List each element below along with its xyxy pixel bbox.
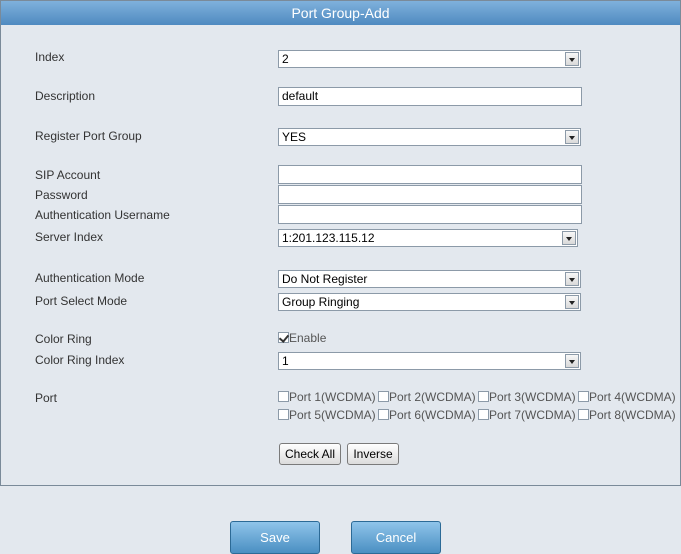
color-ring-checkbox[interactable] bbox=[278, 332, 289, 343]
port-row-1: Port 1(WCDMA) Port 2(WCDMA) Port 3(WCDMA) P… bbox=[278, 390, 676, 404]
port-label: Port bbox=[35, 391, 58, 405]
chevron-down-icon bbox=[565, 52, 579, 66]
description-input[interactable]: default bbox=[278, 87, 582, 106]
index-select[interactable]: 2 bbox=[278, 50, 581, 68]
port-option-label: Port 2(WCDMA) bbox=[389, 390, 476, 404]
cancel-button[interactable]: Cancel bbox=[351, 521, 441, 554]
server-index-value: 1:201.123.115.12 bbox=[282, 231, 375, 245]
color-ring-index-label: Color Ring Index bbox=[35, 353, 125, 367]
port-checkbox[interactable] bbox=[578, 409, 589, 420]
port-option[interactable]: Port 5(WCDMA) bbox=[278, 408, 378, 422]
panel-title: Port Group-Add bbox=[1, 1, 680, 25]
save-button[interactable]: Save bbox=[230, 521, 320, 554]
port-option[interactable]: Port 8(WCDMA) bbox=[578, 408, 676, 422]
authentication-mode-label: Authentication Mode bbox=[35, 271, 145, 285]
password-input[interactable] bbox=[278, 185, 582, 204]
port-option[interactable]: Port 4(WCDMA) bbox=[578, 390, 676, 404]
port-option-label: Port 4(WCDMA) bbox=[589, 390, 676, 404]
server-index-select[interactable]: 1:201.123.115.12 bbox=[278, 229, 578, 247]
authentication-username-input[interactable] bbox=[278, 205, 582, 224]
port-select-mode-value: Group Ringing bbox=[282, 295, 360, 309]
sip-account-input[interactable] bbox=[278, 165, 582, 184]
index-label: Index bbox=[35, 50, 65, 64]
sip-account-label: SIP Account bbox=[35, 168, 101, 182]
port-option-label: Port 1(WCDMA) bbox=[289, 390, 376, 404]
color-ring-enable-label: Enable bbox=[289, 331, 327, 345]
port-checkbox[interactable] bbox=[278, 409, 289, 420]
description-label: Description bbox=[35, 89, 96, 103]
description-value: default bbox=[282, 89, 319, 103]
inverse-button[interactable]: Inverse bbox=[347, 443, 399, 465]
authentication-username-label: Authentication Username bbox=[35, 208, 170, 222]
chevron-down-icon bbox=[565, 295, 579, 309]
register-port-group-label: Register Port Group bbox=[35, 129, 142, 143]
port-checkbox[interactable] bbox=[378, 409, 389, 420]
port-option[interactable]: Port 1(WCDMA) bbox=[278, 390, 378, 404]
port-checkbox[interactable] bbox=[478, 409, 489, 420]
authentication-mode-select[interactable]: Do Not Register bbox=[278, 270, 581, 288]
port-option-label: Port 7(WCDMA) bbox=[489, 408, 576, 422]
authentication-mode-value: Do Not Register bbox=[282, 272, 368, 286]
color-ring-index-select[interactable]: 1 bbox=[278, 352, 581, 370]
port-group-add-panel: Port Group-Add Index 2 Description defau… bbox=[0, 0, 681, 486]
port-option[interactable]: Port 3(WCDMA) bbox=[478, 390, 578, 404]
port-row-2: Port 5(WCDMA) Port 6(WCDMA) Port 7(WCDMA) P… bbox=[278, 408, 676, 422]
port-option-label: Port 6(WCDMA) bbox=[389, 408, 476, 422]
server-index-label: Server Index bbox=[35, 230, 104, 244]
port-option-label: Port 8(WCDMA) bbox=[589, 408, 676, 422]
port-option-label: Port 3(WCDMA) bbox=[489, 390, 576, 404]
port-checkbox[interactable] bbox=[478, 391, 489, 402]
register-port-group-value: YES bbox=[282, 130, 307, 144]
color-ring-enable[interactable]: Enable bbox=[278, 331, 326, 345]
port-option[interactable]: Port 2(WCDMA) bbox=[378, 390, 478, 404]
index-value: 2 bbox=[282, 52, 289, 66]
chevron-down-icon bbox=[565, 272, 579, 286]
check-all-button[interactable]: Check All bbox=[279, 443, 341, 465]
color-ring-label: Color Ring bbox=[35, 332, 92, 346]
port-option-label: Port 5(WCDMA) bbox=[289, 408, 376, 422]
register-port-group-select[interactable]: YES bbox=[278, 128, 581, 146]
port-option[interactable]: Port 7(WCDMA) bbox=[478, 408, 578, 422]
chevron-down-icon bbox=[562, 231, 576, 245]
port-checkbox[interactable] bbox=[278, 391, 289, 402]
port-select-mode-select[interactable]: Group Ringing bbox=[278, 293, 581, 311]
port-option[interactable]: Port 6(WCDMA) bbox=[378, 408, 478, 422]
color-ring-index-value: 1 bbox=[282, 354, 289, 368]
chevron-down-icon bbox=[565, 130, 579, 144]
port-checkbox[interactable] bbox=[578, 391, 589, 402]
password-label: Password bbox=[35, 188, 88, 202]
chevron-down-icon bbox=[565, 354, 579, 368]
port-checkbox[interactable] bbox=[378, 391, 389, 402]
port-select-mode-label: Port Select Mode bbox=[35, 294, 128, 308]
